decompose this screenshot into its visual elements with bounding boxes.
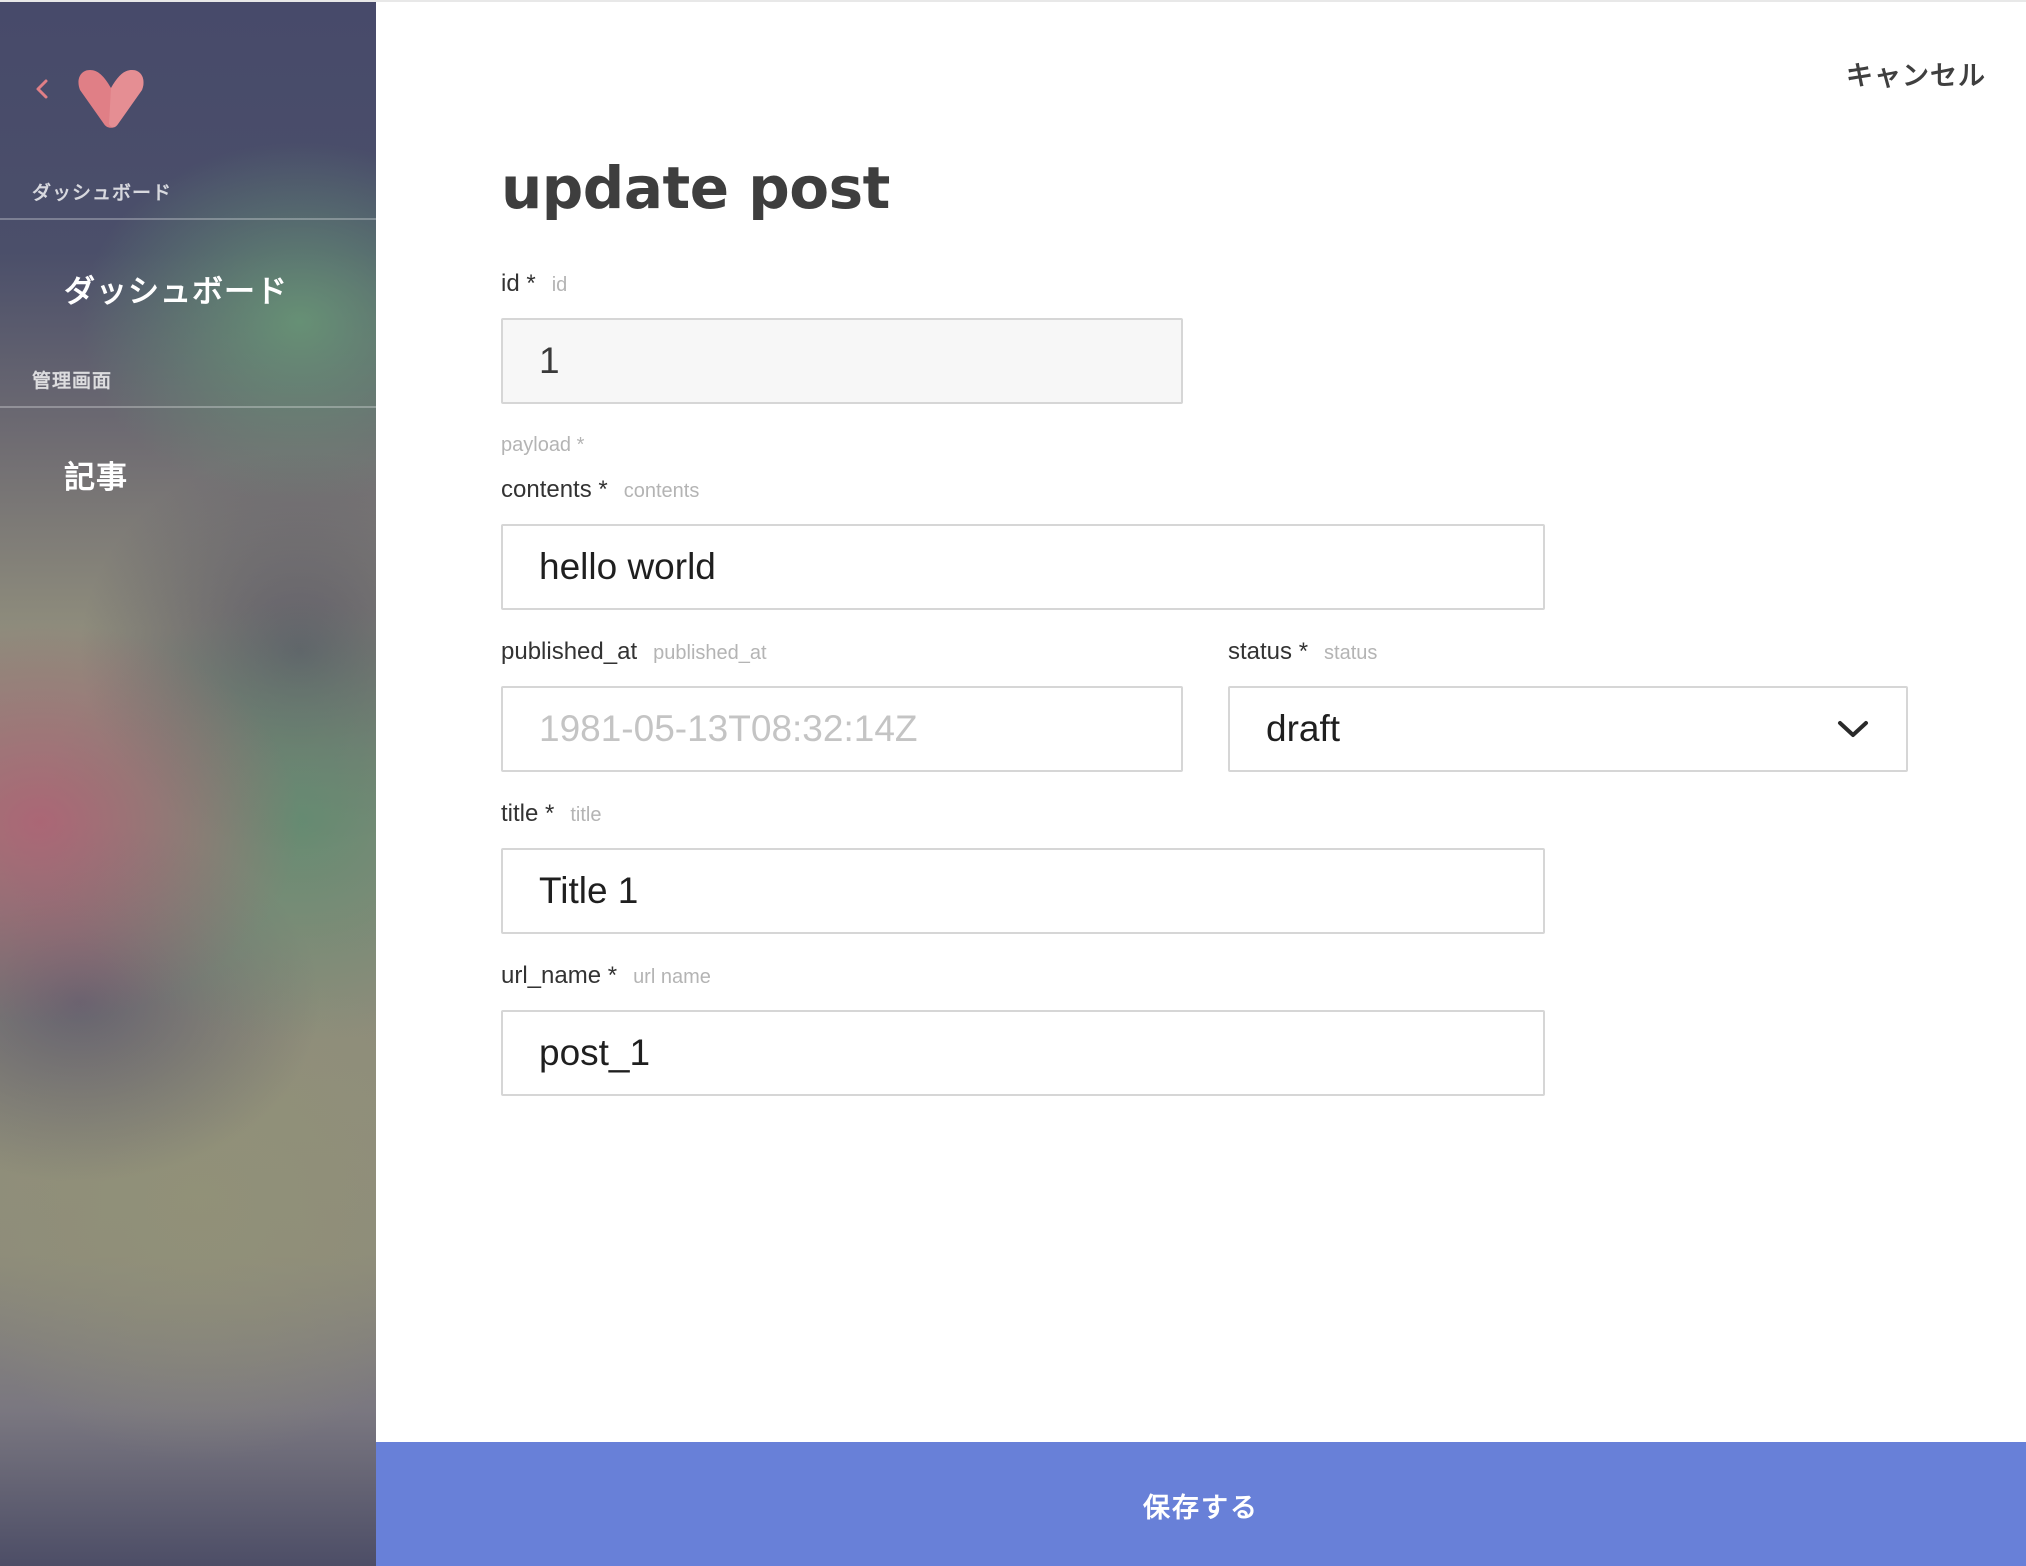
save-button-label: 保存する bbox=[1143, 1492, 1259, 1524]
contents-label-row: contents * contents bbox=[501, 476, 1545, 510]
url-name-input[interactable]: post_1 bbox=[501, 1010, 1545, 1096]
status-field: status * status draft bbox=[1228, 638, 1908, 772]
sidebar-header: ダッシュボード bbox=[0, 2, 376, 220]
app-window: ダッシュボード ダッシュボード 管理画面 記事 キャンセル update pos… bbox=[0, 0, 2026, 1566]
published-at-field: published_at published_at 1981-05-13T08:… bbox=[501, 638, 1183, 772]
cancel-button[interactable]: キャンセル bbox=[1846, 54, 1986, 93]
status-hint: status bbox=[1324, 642, 1378, 664]
logo-icon[interactable] bbox=[76, 64, 146, 130]
sidebar-item-articles[interactable]: 記事 bbox=[64, 452, 128, 497]
contents-input[interactable]: hello world bbox=[501, 524, 1545, 610]
chevron-left-icon[interactable] bbox=[32, 78, 54, 100]
sidebar-section-admin-block: 管理画面 bbox=[0, 342, 376, 408]
id-label-row: id * id bbox=[501, 270, 1183, 304]
save-button[interactable]: 保存する bbox=[376, 1442, 2026, 1566]
title-hint: title bbox=[570, 804, 602, 826]
id-label: id * bbox=[501, 270, 536, 297]
chevron-down-icon bbox=[1838, 721, 1868, 737]
title-label-row: title * title bbox=[501, 800, 1545, 834]
payload-group-label: payload * bbox=[501, 434, 585, 456]
sidebar-section-admin: 管理画面 bbox=[32, 370, 113, 392]
url-name-field: url_name * url name post_1 bbox=[501, 962, 1545, 1096]
contents-hint: contents bbox=[623, 480, 700, 502]
url-name-hint: url name bbox=[633, 966, 711, 988]
sidebar-section-dashboard: ダッシュボード bbox=[32, 182, 173, 204]
published-at-label-row: published_at published_at bbox=[501, 638, 1183, 672]
contents-field: contents * contents hello world bbox=[501, 476, 1545, 610]
url-name-label-row: url_name * url name bbox=[501, 962, 1545, 996]
id-hint: id bbox=[551, 274, 568, 296]
sidebar-item-dashboard[interactable]: ダッシュボード bbox=[64, 266, 288, 311]
status-select[interactable]: draft bbox=[1228, 686, 1908, 772]
main-content: キャンセル update post id * id 1 payload * co… bbox=[376, 2, 2026, 1566]
title-label: title * bbox=[501, 800, 555, 827]
id-field: id * id 1 bbox=[501, 270, 1183, 404]
published-at-input[interactable]: 1981-05-13T08:32:14Z bbox=[501, 686, 1183, 772]
page-title: update post bbox=[501, 154, 890, 222]
status-label: status * bbox=[1228, 638, 1309, 665]
url-name-label: url_name * bbox=[501, 962, 618, 989]
published-at-label: published_at bbox=[501, 638, 638, 665]
title-input[interactable]: Title 1 bbox=[501, 848, 1545, 934]
status-selected-value: draft bbox=[1266, 708, 1341, 749]
sidebar: ダッシュボード ダッシュボード 管理画面 記事 bbox=[0, 2, 376, 1566]
title-field: title * title Title 1 bbox=[501, 800, 1545, 934]
status-label-row: status * status bbox=[1228, 638, 1908, 672]
published-at-hint: published_at bbox=[653, 642, 767, 664]
contents-label: contents * bbox=[501, 476, 608, 503]
id-input: 1 bbox=[501, 318, 1183, 404]
